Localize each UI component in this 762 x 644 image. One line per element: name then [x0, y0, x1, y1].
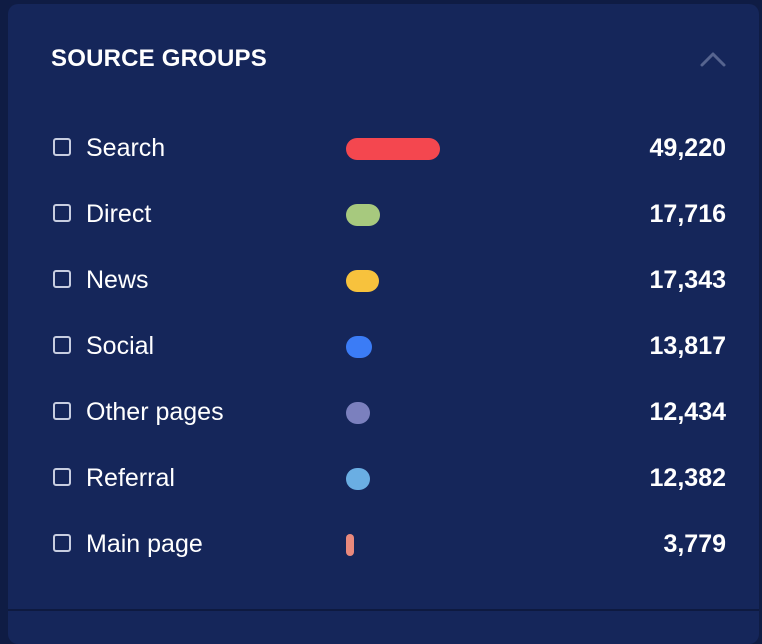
- source-group-label[interactable]: Search: [86, 133, 165, 163]
- source-group-value: 12,434: [649, 398, 726, 426]
- source-group-checkbox[interactable]: [53, 402, 71, 420]
- source-group-label[interactable]: Other pages: [86, 397, 224, 427]
- source-group-bar: [346, 138, 440, 160]
- source-group-label[interactable]: Social: [86, 331, 154, 361]
- source-group-bar-track: [346, 334, 446, 358]
- source-group-checkbox[interactable]: [53, 270, 71, 288]
- panel-header: SOURCE GROUPS: [51, 44, 731, 74]
- source-groups-panel: SOURCE GROUPS Search 49,220 Direct 17,716 Ne…: [8, 4, 759, 644]
- source-group-value: 13,817: [649, 332, 726, 360]
- source-group-label[interactable]: Main page: [86, 529, 203, 559]
- source-group-label[interactable]: Referral: [86, 463, 175, 493]
- source-group-bar-track: [346, 532, 446, 556]
- source-group-value: 17,716: [649, 200, 726, 228]
- divider: [8, 609, 759, 611]
- panel-title: SOURCE GROUPS: [51, 45, 267, 72]
- chevron-up-icon: [700, 52, 726, 67]
- source-group-row[interactable]: Other pages 12,434: [51, 380, 726, 446]
- source-group-bar-track: [346, 136, 446, 160]
- source-group-bar: [346, 336, 372, 358]
- source-group-checkbox[interactable]: [53, 336, 71, 354]
- source-group-bar-track: [346, 400, 446, 424]
- source-group-row[interactable]: Referral 12,382: [51, 446, 726, 512]
- source-group-bar-track: [346, 268, 446, 292]
- source-group-row[interactable]: Direct 17,716: [51, 182, 726, 248]
- source-group-bar: [346, 534, 354, 556]
- source-group-row[interactable]: News 17,343: [51, 248, 726, 314]
- source-group-checkbox[interactable]: [53, 138, 71, 156]
- source-group-value: 17,343: [649, 266, 726, 294]
- source-group-bar: [346, 402, 370, 424]
- source-group-label[interactable]: Direct: [86, 199, 151, 229]
- source-group-row[interactable]: Search 49,220: [51, 116, 726, 182]
- source-group-value: 49,220: [649, 134, 726, 162]
- source-group-bar-track: [346, 466, 446, 490]
- source-group-row[interactable]: Social 13,817: [51, 314, 726, 380]
- source-group-bar: [346, 468, 370, 490]
- source-group-checkbox[interactable]: [53, 534, 71, 552]
- source-group-row[interactable]: Main page 3,779: [51, 512, 726, 578]
- source-group-bar-track: [346, 202, 446, 226]
- collapse-button[interactable]: [696, 44, 730, 74]
- source-group-value: 12,382: [649, 464, 726, 492]
- source-group-checkbox[interactable]: [53, 204, 71, 222]
- source-group-list: Search 49,220 Direct 17,716 News 17,343 Social…: [51, 116, 726, 578]
- source-group-value: 3,779: [663, 530, 726, 558]
- source-group-label[interactable]: News: [86, 265, 149, 295]
- source-group-bar: [346, 204, 380, 226]
- source-group-checkbox[interactable]: [53, 468, 71, 486]
- source-group-bar: [346, 270, 379, 292]
